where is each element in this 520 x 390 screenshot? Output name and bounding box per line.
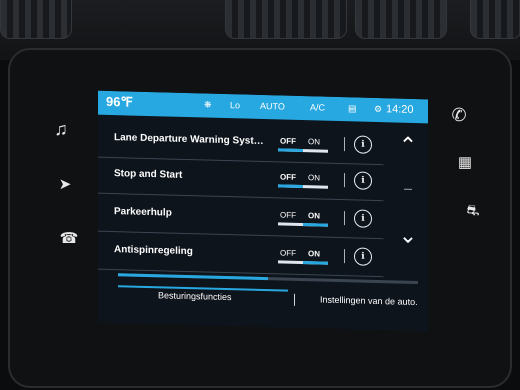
toggle-track (278, 184, 328, 189)
air-vent-center-right (355, 0, 447, 39)
divider (344, 137, 345, 152)
scroll-up-chevron-icon[interactable]: ⌃ (394, 132, 422, 159)
toggle-on-label: ON (308, 173, 320, 183)
setting-row-stop-and-start: Stop and Start OFF ON i (98, 156, 384, 202)
climate-mode[interactable]: AUTO (260, 101, 285, 112)
toggle-track (278, 260, 328, 265)
tab-instellingen-van-de-auto[interactable]: Instellingen van de auto. (320, 294, 418, 307)
info-icon[interactable]: i (354, 135, 372, 154)
navigation-icon[interactable]: ➤ (52, 174, 78, 196)
toggle-on-label: ON (308, 249, 320, 259)
info-icon[interactable]: i (354, 209, 372, 228)
car-icon[interactable]: ⛐ (460, 200, 486, 222)
music-note-icon[interactable]: ♫ (48, 118, 74, 140)
phone-book-icon[interactable]: ☎ (56, 228, 82, 250)
air-vent-center-left (225, 0, 347, 39)
divider (344, 211, 345, 226)
toggle-off-label: OFF (280, 136, 296, 146)
tab-separator (294, 293, 295, 306)
phone-icon[interactable]: ✆ (446, 104, 472, 126)
scroll-position-indicator (404, 188, 412, 190)
info-icon[interactable]: i (354, 171, 372, 190)
tab-bar: Besturingsfuncties Instellingen van de a… (98, 281, 428, 320)
screen-icon[interactable]: ▤ (348, 103, 357, 114)
air-vent-left (0, 0, 72, 39)
settings-gear-icon[interactable]: ⚙ (374, 104, 382, 115)
air-vent-right (470, 0, 520, 39)
info-icon[interactable]: i (354, 247, 372, 266)
setting-label: Stop and Start (114, 168, 183, 181)
setting-row-parkeerhulp: Parkeerhulp OFF ON i (98, 194, 384, 240)
antispinregeling-toggle[interactable]: OFF ON (274, 248, 332, 266)
touchscreen: 96℉ ❋ Lo AUTO A/C ▤ ⚙ 14:20 Lane Departu… (98, 90, 428, 332)
parkeerhulp-toggle[interactable]: OFF ON (274, 210, 332, 228)
stop-and-start-toggle[interactable]: OFF ON (274, 172, 332, 190)
clock-time: 14:20 (386, 103, 414, 116)
toggle-on-label: ON (308, 137, 320, 147)
setting-label: Lane Departure Warning Syst… (114, 132, 264, 148)
toggle-off-label: OFF (280, 248, 296, 258)
scroll-down-chevron-icon[interactable]: ⌄ (394, 222, 422, 249)
temperature-readout[interactable]: 96℉ (106, 94, 133, 111)
fan-icon[interactable]: ❋ (204, 99, 212, 110)
lane-departure-toggle[interactable]: OFF ON (274, 136, 332, 154)
divider (344, 173, 345, 188)
setting-label: Parkeerhulp (114, 206, 172, 219)
divider (344, 249, 345, 264)
toggle-off-label: OFF (280, 210, 296, 220)
setting-row-antispinregeling: Antispinregeling OFF ON i (98, 232, 384, 278)
setting-label: Antispinregeling (114, 244, 193, 258)
fan-level[interactable]: Lo (230, 100, 240, 110)
toggle-track (278, 148, 328, 153)
toggle-track (278, 222, 328, 227)
tab-besturingsfuncties[interactable]: Besturingsfuncties (158, 290, 232, 302)
ac-status[interactable]: A/C (310, 102, 325, 112)
apps-grid-icon[interactable]: ▦ (452, 152, 478, 174)
toggle-off-label: OFF (280, 172, 296, 182)
toggle-on-label: ON (308, 211, 320, 221)
